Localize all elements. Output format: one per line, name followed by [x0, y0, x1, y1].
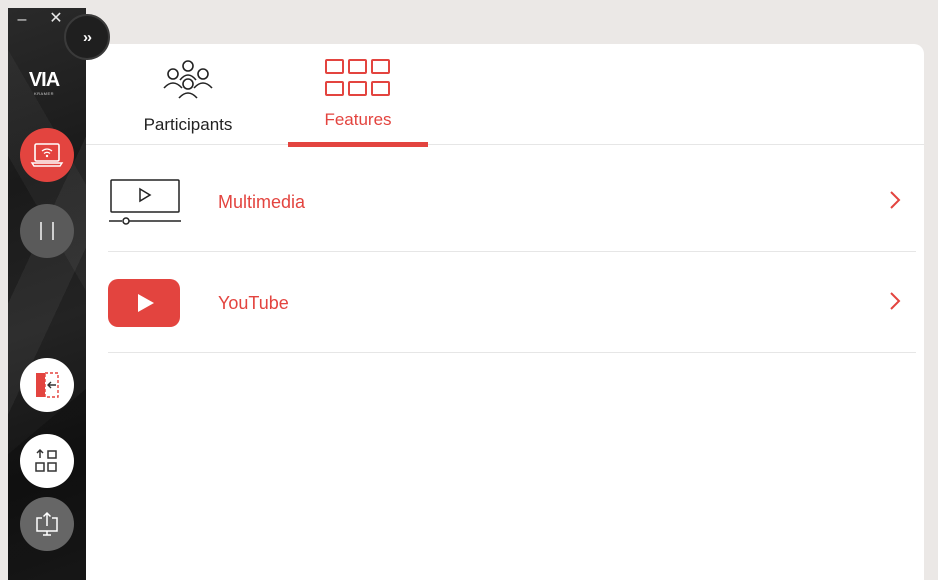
- logo-subtext: KRAMER: [33, 91, 55, 96]
- via-logo: VIA KRAMER: [26, 70, 62, 96]
- cast-button[interactable]: [20, 128, 74, 182]
- expand-sidebar-button[interactable]: ››: [64, 14, 110, 60]
- chevron-right-icon: [890, 191, 901, 209]
- tab-bar: Participants Features: [86, 44, 924, 147]
- tab-participants[interactable]: Participants: [128, 44, 248, 145]
- exit-door-icon: [36, 372, 59, 398]
- share-button[interactable]: [20, 497, 74, 551]
- feature-row-multimedia[interactable]: Multimedia: [108, 152, 916, 252]
- video-player-icon: [109, 179, 181, 225]
- pause-icon: [40, 222, 54, 240]
- chevron-right-icon: [890, 292, 901, 310]
- tab-features-label: Features: [324, 110, 392, 129]
- sidebar: – ✕ VIA KRAMER: [8, 8, 86, 580]
- grid-icon: [325, 59, 390, 96]
- layout-upload-icon: [35, 448, 57, 472]
- youtube-label: YouTube: [218, 293, 289, 313]
- tab-features[interactable]: Features: [288, 44, 428, 147]
- multimedia-label: Multimedia: [218, 192, 306, 212]
- youtube-icon: [108, 279, 180, 327]
- exit-button[interactable]: [20, 358, 74, 412]
- people-group-icon: [163, 60, 213, 99]
- pause-button[interactable]: [20, 204, 74, 258]
- main-panel: Participants Features Multimedia YouTube: [86, 44, 924, 580]
- layout-button[interactable]: [20, 434, 74, 488]
- feature-row-youtube[interactable]: YouTube: [108, 253, 916, 353]
- active-tab-indicator: [288, 142, 428, 147]
- close-button[interactable]: ✕: [48, 11, 64, 27]
- logo-text: VIA: [28, 69, 60, 91]
- minimize-button[interactable]: –: [14, 12, 30, 28]
- laptop-wifi-icon: [30, 143, 64, 167]
- monitor-share-icon: [36, 511, 58, 536]
- tab-participants-label: Participants: [143, 115, 233, 134]
